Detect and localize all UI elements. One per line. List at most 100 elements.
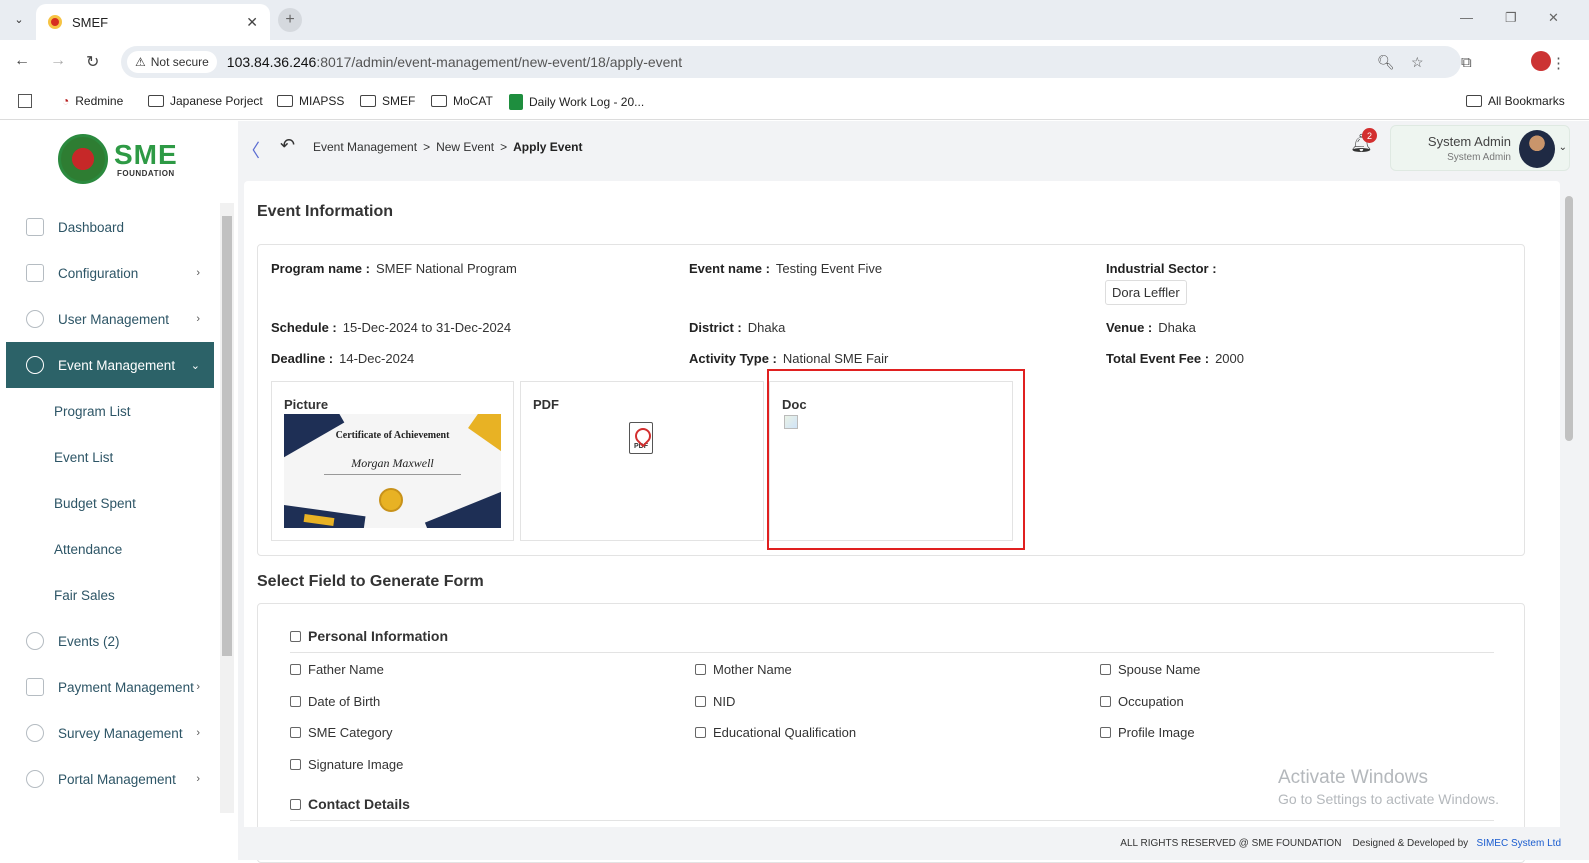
sidebar-sub-program-list[interactable]: Program List <box>6 388 214 434</box>
sidebar-sub-event-list[interactable]: Event List <box>6 434 214 480</box>
sidebar-sub-attendance[interactable]: Attendance <box>6 526 214 572</box>
checkbox[interactable] <box>290 727 301 738</box>
browser-tab-bar: ⌄ SMEF ✕ + — ❐ ✕ <box>0 0 1589 40</box>
sidebar-item-survey-management[interactable]: Survey Management › <box>6 710 214 756</box>
apps-grid-icon[interactable] <box>18 94 32 108</box>
extensions-puzzle-icon[interactable]: ⧉ <box>1461 54 1472 71</box>
industrial-sector-value: Dora Leffler <box>1105 280 1187 305</box>
events-icon <box>26 632 44 650</box>
bookmark-smef[interactable]: SMEF <box>360 94 415 108</box>
checkbox[interactable] <box>1100 664 1111 675</box>
option-father-name[interactable]: Father Name <box>290 662 384 677</box>
restore-icon[interactable]: ❐ <box>1505 10 1517 26</box>
deadline-field: Deadline :14-Dec-2024 <box>271 351 415 366</box>
checkbox[interactable] <box>290 664 301 675</box>
option-nid[interactable]: NID <box>695 694 735 709</box>
district-field: District : Dhaka <box>689 320 786 335</box>
user-menu[interactable]: System Admin System Admin ⌄ <box>1390 125 1570 171</box>
forward-arrow-icon[interactable]: → <box>50 52 66 70</box>
tab-close-icon[interactable]: ✕ <box>246 14 258 31</box>
undo-back-icon[interactable]: ↶ <box>280 135 295 156</box>
industrial-sector-label: Industrial Sector : <box>1106 261 1217 276</box>
security-chip[interactable]: ⚠ Not secure <box>127 51 217 73</box>
sidebar-item-payment-management[interactable]: Payment Management › <box>6 664 214 710</box>
personal-information-checkbox[interactable] <box>290 630 301 642</box>
venue-field: Venue : Dhaka <box>1106 320 1196 335</box>
option-sme-category[interactable]: SME Category <box>290 725 393 740</box>
logo-sme-text: SME <box>114 138 178 170</box>
minimize-icon[interactable]: — <box>1460 10 1473 25</box>
breadcrumb-event-management[interactable]: Event Management <box>313 140 417 154</box>
folder-icon <box>431 95 447 107</box>
main-scrollbar-thumb[interactable] <box>1565 196 1573 441</box>
bookmark-daily-work-log[interactable]: Daily Work Log - 20... <box>509 94 644 110</box>
sidebar-sub-fair-sales[interactable]: Fair Sales <box>6 572 214 618</box>
option-profile-image[interactable]: Profile Image <box>1100 725 1195 740</box>
option-mother-name[interactable]: Mother Name <box>695 662 792 677</box>
sidebar-item-portal-management[interactable]: Portal Management › <box>6 756 214 802</box>
dashboard-grid-icon <box>26 218 44 236</box>
checkbox[interactable] <box>695 664 706 675</box>
bookmark-mocat[interactable]: MoCAT <box>431 94 493 108</box>
folder-icon <box>148 95 164 107</box>
certificate-image[interactable]: Certificate of Achievement Morgan Maxwel… <box>284 414 501 528</box>
schedule-field: Schedule :15-Dec-2024 to 31-Dec-2024 <box>271 320 512 335</box>
zoom-magnifier-icon[interactable]: 🔍︎ <box>1377 54 1395 71</box>
browser-menu-icon[interactable]: ⋮ <box>1551 54 1566 72</box>
sidebar-menu: Dashboard Configuration › User Managemen… <box>6 204 214 802</box>
sidebar-item-user-management[interactable]: User Management › <box>6 296 214 342</box>
window-close-icon[interactable]: ✕ <box>1548 10 1559 26</box>
bookmark-redmine[interactable]: ◔ Redmine <box>62 94 123 108</box>
page-title: Event Information <box>257 203 394 220</box>
checkbox[interactable] <box>695 727 706 738</box>
checkbox[interactable] <box>290 696 301 707</box>
smef-logo[interactable]: SME FOUNDATION <box>58 133 182 185</box>
option-educational-qualification[interactable]: Educational Qualification <box>695 725 856 740</box>
sidebar-item-dashboard[interactable]: Dashboard <box>6 204 214 250</box>
omnibox[interactable]: ⚠ Not secure 103.84.36.246:8017/admin/ev… <box>121 46 1461 78</box>
all-bookmarks[interactable]: All Bookmarks <box>1466 94 1565 108</box>
footer-company-link[interactable]: SIMEC System Ltd <box>1477 838 1561 849</box>
bookmark-miapss[interactable]: MIAPSS <box>277 94 344 108</box>
breadcrumb: Event Management > New Event > Apply Eve… <box>313 140 582 154</box>
breadcrumb-separator: > <box>423 140 431 154</box>
browser-profile-avatar[interactable] <box>1531 51 1551 71</box>
redmine-icon: ◔ <box>62 94 70 108</box>
bookmark-star-icon[interactable]: ☆ <box>1411 54 1424 71</box>
doc-highlight-box <box>767 369 1025 550</box>
url-text[interactable]: 103.84.36.246:8017/admin/event-managemen… <box>227 54 682 70</box>
divider <box>290 652 1494 653</box>
bookmark-japanese-porject[interactable]: Japanese Porject <box>148 94 263 108</box>
breadcrumb-new-event[interactable]: New Event <box>436 140 494 154</box>
checkbox[interactable] <box>1100 727 1111 738</box>
sidebar-scrollbar-thumb[interactable] <box>222 216 232 656</box>
new-tab-plus-icon[interactable]: + <box>278 8 302 32</box>
back-arrow-icon[interactable]: ← <box>14 52 30 70</box>
chevron-right-icon: › <box>196 267 200 279</box>
payment-icon <box>26 678 44 696</box>
reload-icon[interactable]: ↻ <box>86 52 99 72</box>
contact-details-group[interactable]: Contact Details <box>290 796 410 812</box>
option-spouse-name[interactable]: Spouse Name <box>1100 662 1200 677</box>
sidebar-sub-budget-spent[interactable]: Budget Spent <box>6 480 214 526</box>
tab-search-chevron-icon[interactable]: ⌄ <box>8 8 30 30</box>
bookmarks-bar: ◔ Redmine Japanese Porject MIAPSS SMEF Mo… <box>0 84 1589 120</box>
user-role: System Admin <box>1447 152 1511 163</box>
pdf-file-icon[interactable]: PDF <box>629 422 653 454</box>
avatar <box>1519 130 1555 168</box>
footer: ALL RIGHTS RESERVED @ SME FOUNDATION Des… <box>238 827 1589 860</box>
option-occupation[interactable]: Occupation <box>1100 694 1184 709</box>
checkbox[interactable] <box>290 759 301 770</box>
contact-details-checkbox[interactable] <box>290 798 301 810</box>
sidebar-item-events[interactable]: Events (2) <box>6 618 214 664</box>
sidebar-item-event-management[interactable]: Event Management ⌄ <box>6 342 214 388</box>
option-date-of-birth[interactable]: Date of Birth <box>290 694 380 709</box>
checkbox[interactable] <box>695 696 706 707</box>
collapse-sidebar-icon[interactable]: 〈 <box>242 137 260 163</box>
browser-tab[interactable]: SMEF ✕ <box>36 4 270 40</box>
checkbox[interactable] <box>1100 696 1111 707</box>
sidebar-item-configuration[interactable]: Configuration › <box>6 250 214 296</box>
chevron-right-icon: › <box>196 681 200 693</box>
personal-information-group[interactable]: Personal Information <box>290 628 448 644</box>
option-signature-image[interactable]: Signature Image <box>290 757 403 772</box>
